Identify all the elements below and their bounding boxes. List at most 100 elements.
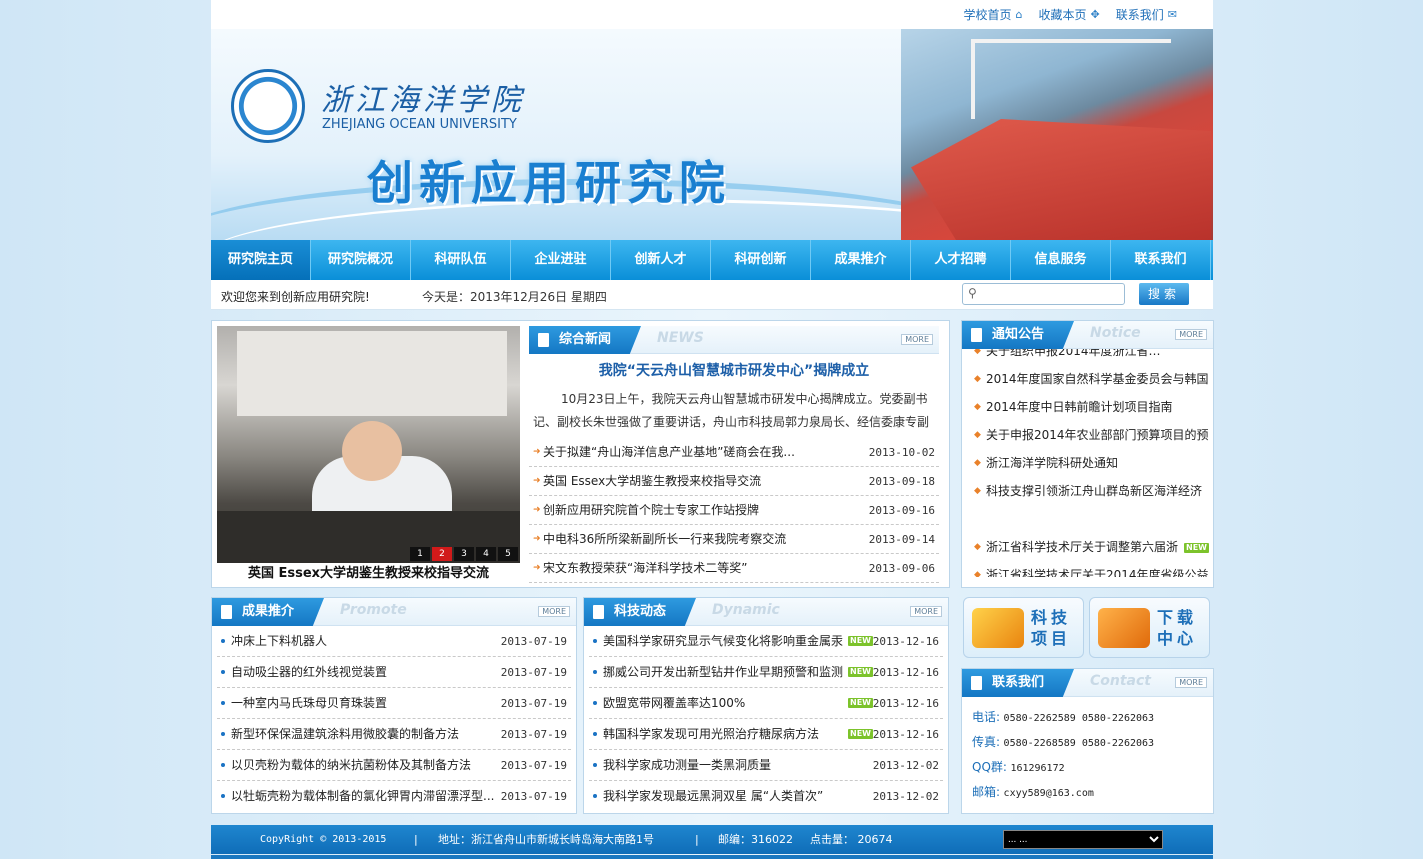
new-badge: NEW [1184, 543, 1209, 553]
slide-page-1[interactable]: 1 [410, 547, 430, 561]
list-item[interactable]: 挪威公司开发出新型钻井作业早期预警和监测 NEW 2013-12-16 [589, 657, 943, 688]
bookmark-link[interactable]: 收藏本页 ✥ [1039, 6, 1100, 23]
slide-page-4[interactable]: 4 [476, 547, 496, 561]
dot-bullet-icon [221, 732, 225, 736]
news-headline[interactable]: 我院“天云舟山智慧城市研发中心”揭牌成立 [529, 354, 939, 384]
list-item-date: 2013-07-19 [500, 759, 567, 772]
nav-item-recruit[interactable]: 人才招聘 [911, 240, 1011, 280]
ship-shape [911, 119, 1211, 240]
promote-header: 成果推介 Promote MORE [212, 598, 576, 626]
nav-item-home[interactable]: 研究院主页 [211, 240, 311, 280]
list-item[interactable]: 新型环保保温建筑涂料用微胶囊的制备方法 2013-07-19 [217, 719, 571, 750]
news-slideshow[interactable]: 1 2 3 4 5 [217, 326, 520, 563]
list-item[interactable]: 美国科学家研究显示气候变化将影响重金属汞 NEW 2013-12-16 [589, 626, 943, 657]
list-item[interactable]: ➜ 中电科36所所梁新副所长一行来我院考察交流 2013-09-14 [529, 525, 939, 554]
search-box: ⚲ [962, 283, 1125, 305]
list-item[interactable]: ➜ 创新应用研究院首个院士专家工作站授牌 2013-09-16 [529, 496, 939, 525]
home-link[interactable]: 学校首页 ⌂ [964, 6, 1023, 23]
crane-shape [971, 39, 1171, 119]
list-item[interactable]: 欧盟宽带网覆盖率达100% NEW 2013-12-16 [589, 688, 943, 719]
list-item-date: 2013-07-19 [500, 635, 567, 648]
address-text: 地址：浙江省舟山市新城长峙岛海大南路1号 [438, 833, 654, 846]
download-center-button[interactable]: 下载 中心 [1089, 597, 1210, 658]
news-list: ➜ 关于拟建“舟山海洋信息产业基地”磋商会在我... 2013-10-02 ➜ 英国 … [529, 438, 939, 583]
list-item-title: 2014年度国家自然科学基金委员会与韩国 [986, 372, 1209, 386]
document-icon [221, 605, 232, 619]
email-value[interactable]: cxyy589@163.com [1004, 788, 1094, 799]
list-item[interactable]: ◆ 科技支撑引领浙江舟山群岛新区海洋经济 [962, 477, 1213, 505]
list-item[interactable]: 我科学家发现最远黑洞双星 属“人类首次” 2013-12-02 [589, 781, 943, 812]
list-item[interactable]: 以贝壳粉为载体的纳米抗菌粉体及其制备方法 2013-07-19 [217, 750, 571, 781]
dynamic-header: 科技动态 Dynamic MORE [584, 598, 948, 626]
notice-header: 通知公告 Notice MORE [962, 321, 1213, 349]
links-dropdown[interactable]: ... ... [1003, 830, 1163, 849]
list-item[interactable]: 一种室内马氏珠母贝育珠装置 2013-07-19 [217, 688, 571, 719]
nav-item-enterprise[interactable]: 企业进驻 [511, 240, 611, 280]
list-item-date: 2013-09-06 [868, 562, 935, 575]
list-item-title: 我科学家成功测量一类黑洞质量 [603, 758, 772, 772]
diamond-bullet-icon: ◆ [974, 458, 981, 468]
list-item[interactable]: ➜ 英国 Essex大学胡鉴生教授来校指导交流 2013-09-18 [529, 467, 939, 496]
slide-page-3[interactable]: 3 [454, 547, 474, 561]
arrow-bullet-icon: ➜ [533, 563, 541, 573]
promote-title-tab: 成果推介 [212, 598, 324, 626]
notice-scroller: ◆ 关于组织申报2014年度浙江省… ◆ 2014年度国家自然科学基金委员会与韩国 … [962, 349, 1213, 577]
list-item[interactable]: ◆ 浙江省科学技术厅关于调整第六届浙 NEW [962, 533, 1213, 561]
list-item-title: 宋文东教授荣获“海洋科学技术二等奖” [543, 561, 748, 575]
notice-title: 通知公告 [992, 327, 1045, 342]
search-input[interactable] [983, 286, 1121, 302]
nav-item-overview[interactable]: 研究院概况 [311, 240, 411, 280]
promote-more-button[interactable]: MORE [538, 606, 570, 617]
list-item-date: 2013-12-02 [872, 790, 939, 803]
bookmark-link-label: 收藏本页 [1038, 8, 1087, 22]
list-item[interactable]: 以牡蛎壳粉为载体制备的氯化钾胃内滞留漂浮型... 2013-07-19 [217, 781, 571, 812]
list-item-title: 美国科学家研究显示气候变化将影响重金属汞 [603, 634, 844, 648]
news-more-button[interactable]: MORE [901, 334, 933, 345]
list-item[interactable]: ◆ 2014年度国家自然科学基金委员会与韩国 [962, 365, 1213, 393]
dynamic-title-en: Dynamic [712, 602, 780, 618]
nav-item-contact[interactable]: 联系我们 [1111, 240, 1211, 280]
list-item-title: 我科学家发现最远黑洞双星 属“人类首次” [603, 789, 824, 803]
university-logo [231, 69, 305, 143]
list-item[interactable]: ➜ 宋文东教授荣获“海洋科学技术二等奖” 2013-09-06 [529, 554, 939, 583]
research-project-line2: 项目 [1030, 629, 1071, 648]
list-item[interactable]: ◆ 浙江海洋学院科研处通知 [962, 449, 1213, 477]
dot-bullet-icon [593, 763, 597, 767]
contact-more-button[interactable]: MORE [1175, 677, 1207, 688]
nav-item-info[interactable]: 信息服务 [1011, 240, 1111, 280]
slide-page-2[interactable]: 2 [432, 547, 452, 561]
search-button[interactable]: 搜索 [1139, 283, 1189, 305]
research-project-button[interactable]: 科技 项目 [963, 597, 1084, 658]
list-item[interactable]: ◆ 2014年度中日韩前瞻计划项目指南 [962, 393, 1213, 421]
notice-more-button[interactable]: MORE [1175, 329, 1207, 340]
list-item[interactable]: ◆ 关于组织申报2014年度浙江省… [962, 349, 1213, 365]
nav-item-achievements[interactable]: 成果推介 [811, 240, 911, 280]
phone-label: 电话: [972, 710, 1001, 724]
nav-item-team[interactable]: 科研队伍 [411, 240, 511, 280]
dot-bullet-icon [221, 670, 225, 674]
list-item[interactable]: 韩国科学家发现可用光照治疗糖尿病方法 NEW 2013-12-16 [589, 719, 943, 750]
list-item-title: 浙江海洋学院科研处通知 [986, 456, 1119, 470]
list-item[interactable]: 自动吸尘器的红外线视觉装置 2013-07-19 [217, 657, 571, 688]
list-item[interactable]: 冲床上下料机器人 2013-07-19 [217, 626, 571, 657]
list-item[interactable]: ◆ 浙江省科学技术厅关于2014年度省级公益 [962, 561, 1213, 577]
slide-caption[interactable]: 英国 Essex大学胡鉴生教授来校指导交流 [217, 563, 520, 585]
promote-title-en: Promote [340, 602, 407, 618]
banner: 浙江海洋学院 ZHEJIANG OCEAN UNIVERSITY 创新应用研究院 [211, 29, 1213, 240]
dynamic-more-button[interactable]: MORE [910, 606, 942, 617]
list-item[interactable]: 我科学家成功测量一类黑洞质量 2013-12-02 [589, 750, 943, 781]
notice-title-tab: 通知公告 [962, 321, 1074, 349]
slide-page-5[interactable]: 5 [498, 547, 518, 561]
nav-item-research[interactable]: 科研创新 [711, 240, 811, 280]
contact-link[interactable]: 联系我们 ✉ [1116, 6, 1177, 23]
institute-title: 创新应用研究院 [367, 156, 731, 210]
slide-pager: 1 2 3 4 5 [410, 547, 518, 561]
list-item[interactable]: ➜ 关于拟建“舟山海洋信息产业基地”磋商会在我... 2013-10-02 [529, 438, 939, 467]
list-item-date: 2013-12-16 [872, 635, 939, 648]
list-item[interactable]: ◆ 关于申报2014年农业部部门预算项目的预 [962, 421, 1213, 449]
contact-title-tab: 联系我们 [962, 669, 1074, 697]
home-link-label: 学校首页 [963, 8, 1012, 22]
nav-item-talent[interactable]: 创新人才 [611, 240, 711, 280]
list-item-title: 关于拟建“舟山海洋信息产业基地”磋商会在我... [543, 445, 795, 459]
list-item-title: 冲床上下料机器人 [231, 634, 328, 648]
